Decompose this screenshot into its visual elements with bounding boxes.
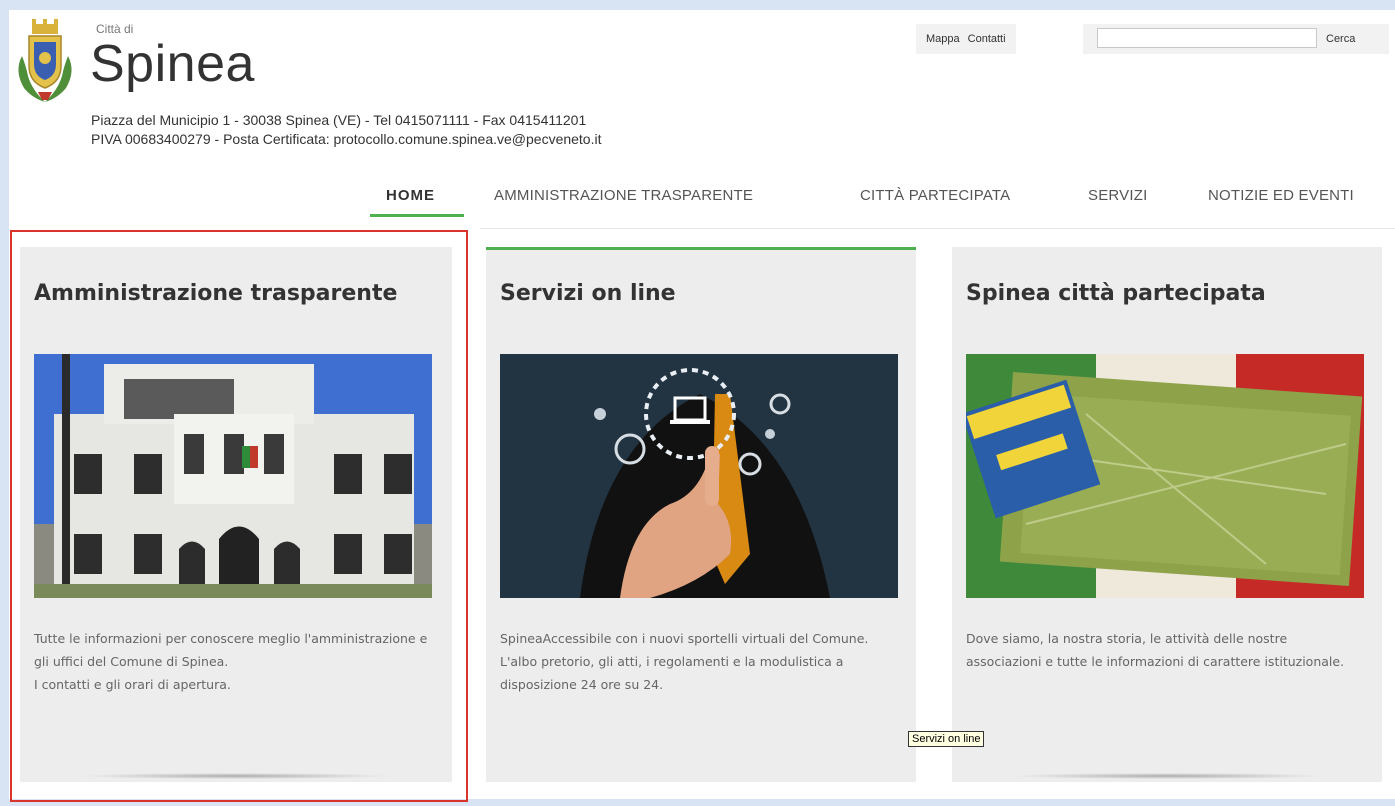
town-hall-image[interactable]	[34, 354, 432, 598]
window-frame-top	[0, 0, 1395, 10]
card-spinea-citta-partecipata[interactable]: Spinea città partecipata Dove siamo, la …	[952, 247, 1382, 782]
nav-item-home[interactable]: HOME	[386, 187, 435, 204]
site-title[interactable]: Spinea	[90, 34, 255, 94]
coat-of-arms-icon[interactable]	[12, 16, 78, 104]
card-servizi-on-line[interactable]: Servizi on line SpineaAccessibile con i …	[486, 247, 916, 782]
mappa-link[interactable]: Mappa	[926, 33, 960, 45]
card-description: Tutte le informazioni per conoscere megl…	[34, 631, 428, 692]
search-input[interactable]	[1097, 28, 1317, 48]
window-frame-bottom	[0, 799, 1395, 806]
digital-services-image[interactable]	[500, 354, 898, 598]
card-amministrazione-trasparente[interactable]: Amministrazione trasparente Tutte le inf…	[20, 247, 452, 782]
nav-item-servizi[interactable]: SERVIZI	[1088, 187, 1147, 204]
card-description: Dove siamo, la nostra storia, le attivit…	[966, 631, 1345, 669]
address-line: Piazza del Municipio 1 - 30038 Spinea (V…	[91, 112, 587, 128]
utility-links: Mappa Contatti	[916, 24, 1016, 54]
contatti-link[interactable]: Contatti	[968, 33, 1006, 45]
map-and-flag-image[interactable]	[966, 354, 1364, 598]
tooltip: Servizi on line	[908, 731, 985, 747]
window-frame-left	[0, 0, 9, 806]
search-button[interactable]: Cerca	[1322, 28, 1359, 50]
nav-item-amministrazione-trasparente[interactable]: AMMINISTRAZIONE TRASPARENTE	[494, 187, 753, 204]
vat-pec-line: PIVA 00683400279 - Posta Certificata: pr…	[91, 131, 602, 147]
card-shadow	[80, 773, 390, 779]
active-nav-indicator	[370, 214, 464, 217]
nav-item-notizie-ed-eventi[interactable]: NOTIZIE ED EVENTI	[1208, 187, 1354, 204]
nav-item-citta-partecipata[interactable]: CITTÀ PARTECIPATA	[860, 187, 1010, 204]
card-shadow	[1012, 773, 1322, 779]
active-card-indicator	[486, 247, 916, 250]
card-description: SpineaAccessibile con i nuovi sportelli …	[500, 631, 869, 692]
nav-divider	[480, 228, 1395, 229]
card-title[interactable]: Amministrazione trasparente	[34, 281, 397, 306]
card-title[interactable]: Servizi on line	[500, 281, 676, 306]
card-title[interactable]: Spinea città partecipata	[966, 281, 1266, 306]
